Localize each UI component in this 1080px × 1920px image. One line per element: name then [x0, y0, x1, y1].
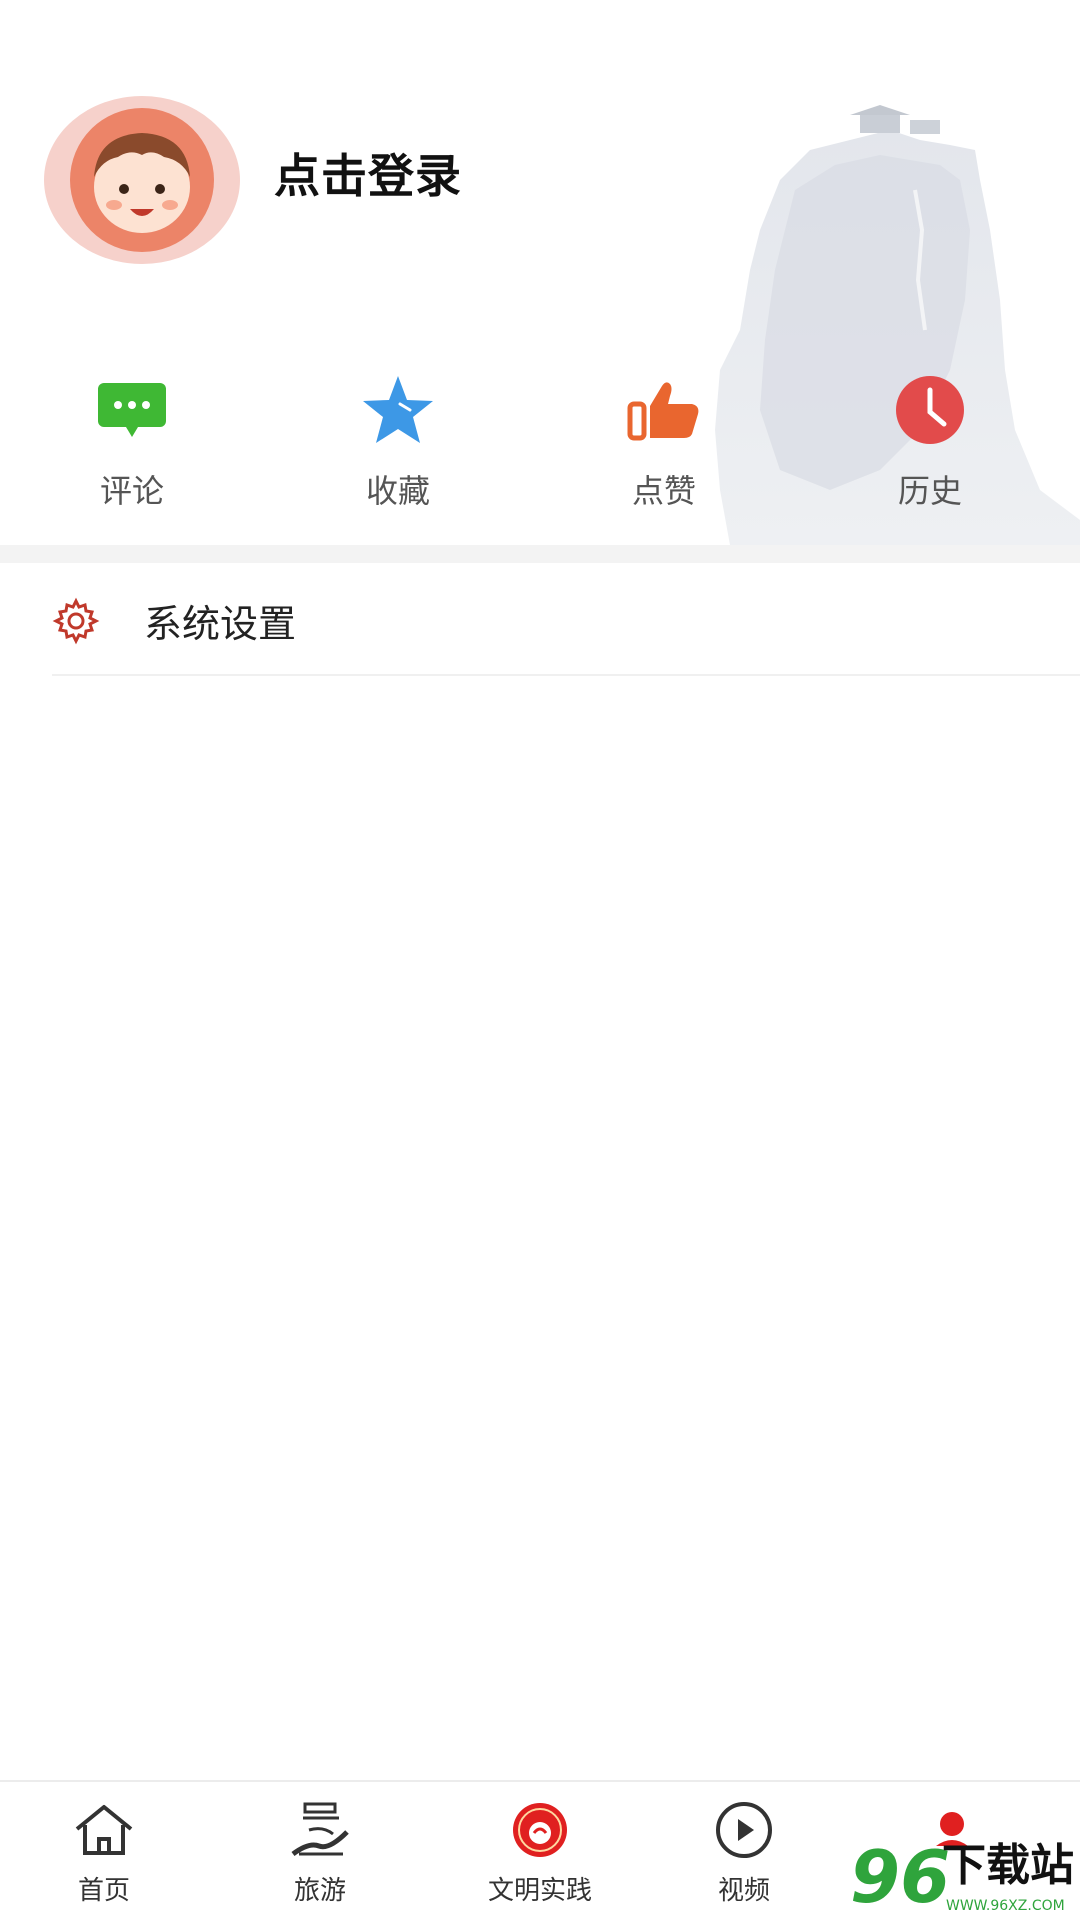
- nav-tab-civilization-practice[interactable]: 文明实践: [450, 1800, 630, 1920]
- nav-label: 视频: [717, 1876, 770, 1906]
- quick-item-history[interactable]: 历史: [850, 370, 1010, 520]
- profile-header: 点击登录 评论 收藏 点赞 历史: [0, 0, 1080, 545]
- cartoon-avatar-icon: [70, 108, 214, 252]
- nav-tab-travel[interactable]: 旅游: [230, 1800, 410, 1920]
- nav-label: 文明实践: [487, 1876, 592, 1906]
- nav-label: 首页: [77, 1876, 130, 1906]
- settings-row[interactable]: 系统设置: [0, 563, 1080, 675]
- quick-item-favorite[interactable]: 收藏: [318, 370, 478, 520]
- gear-icon: [52, 597, 100, 645]
- watermark-number: 96: [850, 1835, 950, 1919]
- settings-label: 系统设置: [144, 602, 297, 646]
- thumbs-up-icon: [624, 370, 704, 450]
- quick-item-label: 收藏: [365, 472, 430, 510]
- login-link[interactable]: 点击登录: [274, 140, 462, 206]
- quick-actions: 评论 收藏 点赞 历史: [0, 370, 1080, 520]
- travel-icon: [285, 1800, 355, 1860]
- site-watermark-logo: 96 下载站 WWW.96XZ.COM: [850, 1835, 1074, 1919]
- quick-item-label: 历史: [897, 472, 962, 510]
- quick-item-label: 点赞: [631, 472, 696, 510]
- settings-divider: [52, 674, 1080, 676]
- watermark-url: WWW.96XZ.COM: [946, 1898, 1065, 1914]
- nav-label: 旅游: [293, 1876, 346, 1906]
- nav-tab-video[interactable]: 视频: [654, 1800, 834, 1920]
- quick-item-like[interactable]: 点赞: [584, 370, 744, 520]
- civilization-badge-icon: [505, 1800, 575, 1860]
- section-divider: [0, 545, 1080, 563]
- nav-tab-home[interactable]: 首页: [14, 1800, 194, 1920]
- avatar[interactable]: [44, 96, 240, 264]
- home-icon: [69, 1800, 139, 1860]
- comment-icon: [92, 370, 172, 450]
- watermark-text: 下载站: [942, 1840, 1074, 1891]
- clock-icon: [890, 370, 970, 450]
- star-icon: [358, 370, 438, 450]
- quick-item-comment[interactable]: 评论: [52, 370, 212, 520]
- video-play-icon: [709, 1800, 779, 1860]
- quick-item-label: 评论: [99, 472, 164, 510]
